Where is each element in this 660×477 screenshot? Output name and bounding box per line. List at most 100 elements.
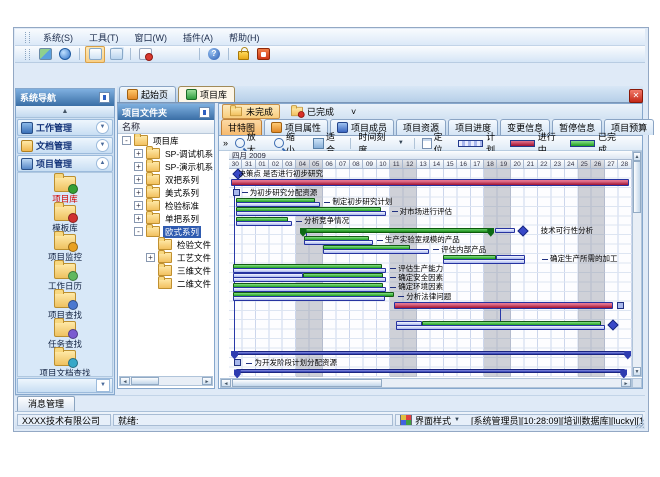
menu-window[interactable]: 窗口(W)	[128, 29, 175, 46]
milestone-box-icon[interactable]	[234, 359, 241, 366]
gantt-bar-plan-development-task[interactable]	[396, 325, 606, 330]
tree-column-header[interactable]: 名称	[118, 120, 214, 134]
tree-item[interactable]: -项目库	[119, 134, 213, 147]
filter-unfinished-button[interactable]: 未完成	[222, 104, 280, 119]
gantt-bar-plan-legal-issues[interactable]	[233, 296, 385, 301]
sidebar-item-project-search[interactable]: 项目查找	[17, 292, 113, 321]
menu-plugins[interactable]: 插件(A)	[176, 29, 220, 46]
drag-grip[interactable]	[25, 49, 30, 60]
tree-item[interactable]: +SP-调试机系	[119, 147, 213, 160]
collapse-minus-icon[interactable]: -	[122, 136, 131, 145]
interface-style-label[interactable]: 界面样式	[415, 414, 451, 426]
expand-plus-icon[interactable]: +	[134, 201, 143, 210]
tree-item[interactable]: +检验标准	[119, 199, 213, 212]
chevron-icon[interactable]: ▼	[96, 139, 109, 152]
gantt-bar-plan-tech-feasibility[interactable]	[495, 228, 515, 233]
cascade-windows-button[interactable]	[107, 47, 125, 62]
gantt-bar-plan-capacity-evaluation[interactable]	[233, 268, 386, 273]
tree-item[interactable]: 检验文件	[119, 238, 213, 251]
close-tab-button[interactable]: ✕	[629, 89, 643, 103]
sidebar-group-work[interactable]: 工作管理▼	[17, 119, 113, 136]
interface-style-button[interactable]	[36, 47, 54, 62]
scroll-thumb[interactable]	[633, 161, 641, 213]
zoom-in-button[interactable]: 放大	[232, 137, 267, 150]
tree-item[interactable]: +双把系列	[119, 173, 213, 186]
tree-item[interactable]: +工艺文件	[119, 251, 213, 264]
expand-plus-icon[interactable]: +	[134, 162, 143, 171]
gantt-bar-plan-safety-factors[interactable]	[233, 277, 386, 282]
tree-item[interactable]: +单把系列	[119, 212, 213, 225]
message-delete-button[interactable]	[156, 47, 174, 62]
collapse-minus-icon[interactable]: -	[134, 227, 143, 236]
sidebar-overflow[interactable]: ▼	[17, 378, 113, 393]
tree-item[interactable]: -欧式系列	[119, 225, 213, 238]
sidebar-item-project-library[interactable]: 项目库	[17, 176, 113, 205]
lock-button[interactable]	[234, 47, 252, 62]
zoom-out-button[interactable]: 缩小	[271, 137, 306, 150]
expand-plus-icon[interactable]: +	[134, 175, 143, 184]
tab-start-page[interactable]: 起始页	[119, 86, 176, 102]
chevron-icon[interactable]: ▼	[96, 121, 109, 134]
window-panes-button[interactable]	[85, 46, 105, 63]
gantt-bar-summary-plan-summary-phase-a[interactable]	[233, 351, 629, 355]
tab-message-management[interactable]: 消息管理	[17, 396, 75, 412]
fit-button[interactable]: 适合	[310, 137, 346, 150]
tree-horizontal-scrollbar[interactable]: ◄ ►	[119, 376, 213, 386]
scroll-thumb[interactable]	[232, 379, 382, 387]
sidebar-item-project-monitor[interactable]: 项目监控	[17, 234, 113, 263]
filter-finished-button[interactable]: 已完成	[283, 104, 341, 119]
gantt-bar-progress-summary-initial-research[interactable]	[231, 179, 629, 186]
help-button[interactable]	[205, 47, 223, 62]
expand-plus-icon[interactable]: +	[134, 149, 143, 158]
gantt-bar-plan-competition-analysis[interactable]	[236, 221, 292, 226]
filter-more-button[interactable]: ˅	[344, 104, 363, 119]
expand-plus-icon[interactable]: +	[134, 188, 143, 197]
sidebar-item-project-doc-search[interactable]: 项目文档查找	[17, 350, 113, 377]
gantt-horizontal-scrollbar[interactable]: ◄ ►	[220, 378, 632, 388]
sidebar-group-doc[interactable]: 文档管理▼	[17, 137, 113, 154]
sidebar-collapse-button[interactable]: ▲	[16, 106, 114, 118]
sidebar-group-project[interactable]: 项目管理▲	[17, 155, 113, 172]
milestone-box-icon[interactable]	[233, 189, 240, 196]
gantt-bar-plan-internal-product-eval[interactable]	[323, 249, 429, 254]
scroll-thumb[interactable]	[131, 377, 159, 385]
tree-item[interactable]: +美式系列	[119, 186, 213, 199]
scroll-left-icon[interactable]: ◄	[221, 379, 231, 387]
gantt-bar-plan-make-initial-plan[interactable]	[236, 202, 321, 207]
sidebar-item-template-library[interactable]: 模板库	[17, 205, 113, 234]
browse-web-button[interactable]	[56, 47, 74, 62]
gantt-bar-plan-environment-factors[interactable]	[233, 287, 386, 292]
chevron-down-icon[interactable]: ▼	[454, 417, 460, 423]
scroll-down-icon[interactable]: ▼	[633, 367, 641, 376]
gantt-vertical-scrollbar[interactable]: ▲ ▼	[632, 151, 642, 377]
gantt-bar-plan-lab-scale-product[interactable]	[304, 240, 373, 245]
gantt-bar-progress-summary-development[interactable]	[394, 302, 613, 309]
pin-icon[interactable]	[199, 107, 210, 118]
tree-item[interactable]: 二维文件	[119, 277, 213, 290]
menu-system[interactable]: 系统(S)	[36, 29, 80, 46]
sidebar-item-task-search[interactable]: 任务查找	[17, 321, 113, 350]
scroll-up-icon[interactable]: ▲	[633, 152, 641, 161]
pin-icon[interactable]	[99, 92, 110, 103]
time-scale-button[interactable]: 时间刻度▼	[355, 137, 410, 150]
gantt-bar-plan-processing-needs[interactable]	[443, 259, 525, 264]
message-new-button[interactable]	[136, 47, 154, 62]
resize-grip[interactable]	[635, 419, 644, 428]
chevron-icon[interactable]: ▲	[96, 157, 109, 170]
scroll-left-icon[interactable]: ◄	[120, 377, 130, 385]
expand-plus-icon[interactable]: +	[134, 214, 143, 223]
tree-item[interactable]: +SP-演示机系	[119, 160, 213, 173]
scroll-right-icon[interactable]: ►	[621, 379, 631, 387]
menu-tools[interactable]: 工具(T)	[82, 29, 126, 46]
tree-item[interactable]: 三维文件	[119, 264, 213, 277]
chevron-down-icon[interactable]: ▼	[96, 379, 110, 392]
sidebar-item-work-calendar[interactable]: 工作日历	[17, 263, 113, 292]
drag-grip[interactable]	[25, 32, 30, 43]
expand-plus-icon[interactable]: +	[146, 253, 155, 262]
message-send-button[interactable]	[176, 47, 194, 62]
milestone-box-icon[interactable]	[617, 302, 624, 309]
tab-project-library[interactable]: 项目库	[178, 86, 235, 102]
menu-help[interactable]: 帮助(H)	[222, 29, 267, 46]
gantt-bar-summary-plan-summary-phase-b[interactable]	[236, 369, 626, 373]
gantt-bar-summary-done-tech-feasibility[interactable]	[302, 228, 493, 233]
